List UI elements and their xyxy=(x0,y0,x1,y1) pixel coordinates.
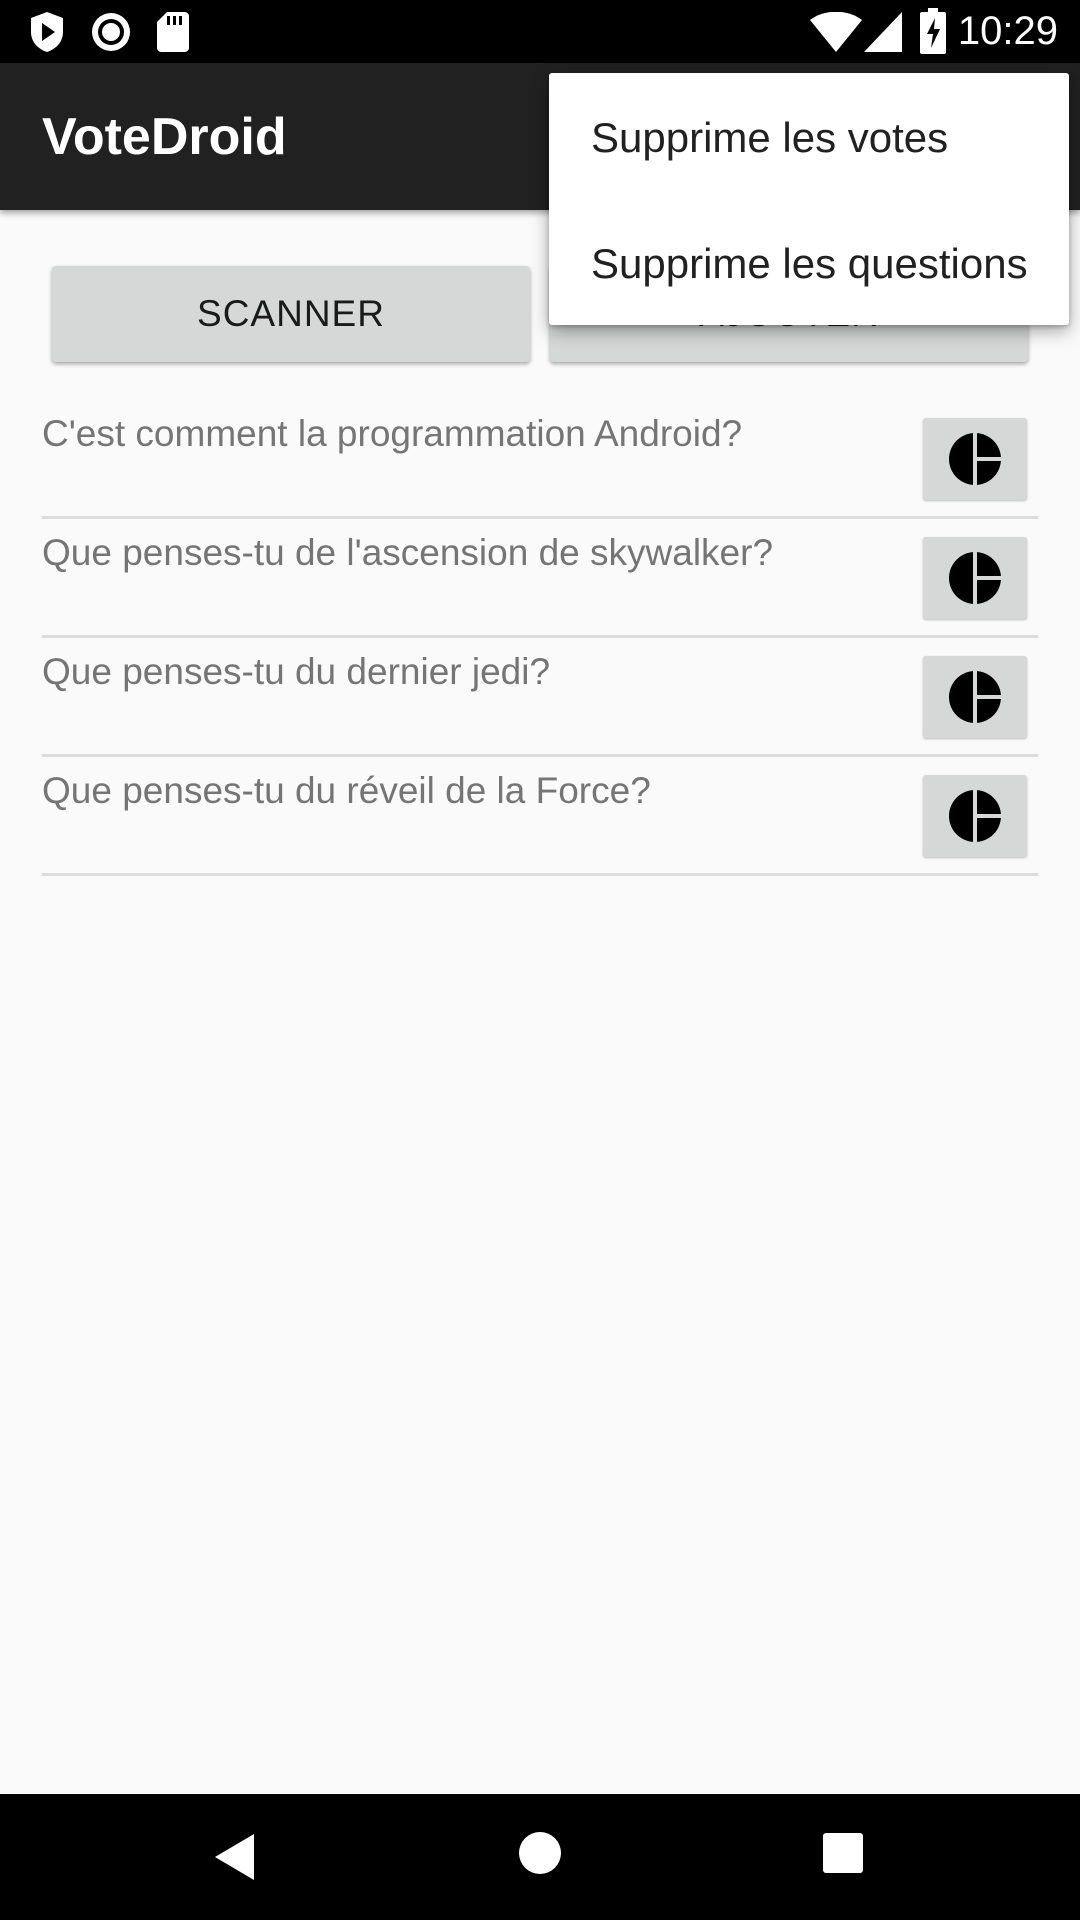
clock: 10:29 xyxy=(957,9,1058,53)
menu-item-delete-votes[interactable]: Supprime les votes xyxy=(591,113,948,163)
results-button[interactable] xyxy=(923,775,1027,857)
list-item[interactable]: C'est comment la programmation Android? xyxy=(42,400,1038,519)
signal-icon xyxy=(864,12,902,57)
pie-chart-icon xyxy=(949,551,1002,605)
navigation-bar xyxy=(0,1794,1080,1920)
list-item[interactable]: Que penses-tu du réveil de la Force? xyxy=(42,757,1038,876)
app-title: VoteDroid xyxy=(42,108,287,166)
pie-chart-icon xyxy=(949,789,1002,843)
results-button[interactable] xyxy=(923,656,1027,738)
overflow-menu: Supprime les votes Supprime les question… xyxy=(549,73,1069,325)
question-text: C'est comment la programmation Android? xyxy=(42,413,743,454)
record-icon xyxy=(90,11,132,58)
menu-item-delete-questions[interactable]: Supprime les questions xyxy=(591,239,1028,289)
home-icon[interactable] xyxy=(518,1831,562,1880)
battery-charging-icon xyxy=(920,8,946,59)
wifi-icon xyxy=(810,11,862,57)
list-item[interactable]: Que penses-tu de l'ascension de skywalke… xyxy=(42,519,1038,638)
shield-play-icon xyxy=(28,10,66,59)
sd-card-icon xyxy=(157,12,189,57)
results-button[interactable] xyxy=(923,418,1027,500)
scanner-button[interactable]: SCANNER xyxy=(52,266,530,362)
results-button[interactable] xyxy=(923,537,1027,619)
pie-chart-icon xyxy=(949,432,1002,486)
list-item[interactable]: Que penses-tu du dernier jedi? xyxy=(42,638,1038,757)
back-icon[interactable] xyxy=(212,1832,256,1887)
question-text: Que penses-tu de l'ascension de skywalke… xyxy=(42,532,774,573)
recents-icon[interactable] xyxy=(822,1832,864,1879)
status-bar: 10:29 xyxy=(0,0,1080,63)
question-list: C'est comment la programmation Android? … xyxy=(42,400,1038,876)
question-text: Que penses-tu du réveil de la Force? xyxy=(42,770,651,811)
pie-chart-icon xyxy=(949,670,1002,724)
question-text: Que penses-tu du dernier jedi? xyxy=(42,651,551,692)
